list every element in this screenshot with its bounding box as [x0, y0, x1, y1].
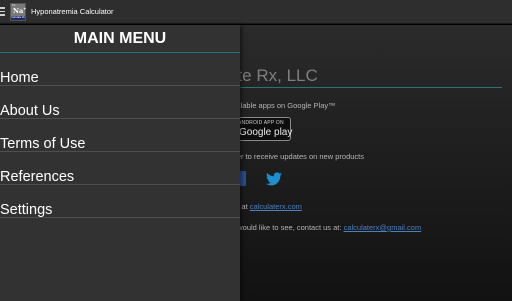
google-play-badge[interactable]: ANDROID APP ON Google play: [232, 117, 293, 141]
twitter-text: itter to receive updates on new products: [231, 152, 364, 161]
company-divider: [232, 87, 502, 88]
company-name: ate Rx, LLC: [228, 66, 318, 85]
contact-line: u would like to see, contact us at: calc…: [231, 223, 421, 232]
app-logo[interactable]: 11 Na+ Calculate Rx: [10, 2, 27, 21]
navigation-drawer: MAIN MENU Home About Us Terms of Use Ref…: [0, 25, 240, 301]
play-badge-small-text: ANDROID APP ON: [238, 120, 284, 126]
menu-item-settings[interactable]: Settings: [0, 185, 240, 218]
app-title: Hyponatremia Calculator: [31, 7, 114, 16]
drawer-title: MAIN MENU: [73, 30, 167, 47]
logo-symbol: Na+: [13, 5, 27, 15]
contact-prefix: u would like to see, contact us at:: [231, 223, 344, 232]
action-bar: 11 Na+ Calculate Rx Hyponatremia Calcula…: [0, 0, 512, 24]
contact-email-link[interactable]: calculaterx@gmail.com: [344, 223, 422, 232]
website-link[interactable]: calculaterx.com: [250, 202, 302, 211]
apps-text: vailable apps on Google Play™: [231, 101, 336, 110]
menu-item-about-us[interactable]: About Us: [0, 86, 240, 119]
drawer-toggle-icon[interactable]: [0, 0, 8, 24]
menu-item-references[interactable]: References: [0, 152, 240, 185]
logo-caption: Calculate Rx: [11, 15, 25, 20]
play-badge-big-text: Google play: [239, 127, 293, 138]
website-line: ne at calculaterx.com: [231, 202, 302, 211]
twitter-icon[interactable]: [266, 172, 282, 186]
menu-item-home[interactable]: Home: [0, 53, 240, 86]
menu-item-terms-of-use[interactable]: Terms of Use: [0, 119, 240, 152]
